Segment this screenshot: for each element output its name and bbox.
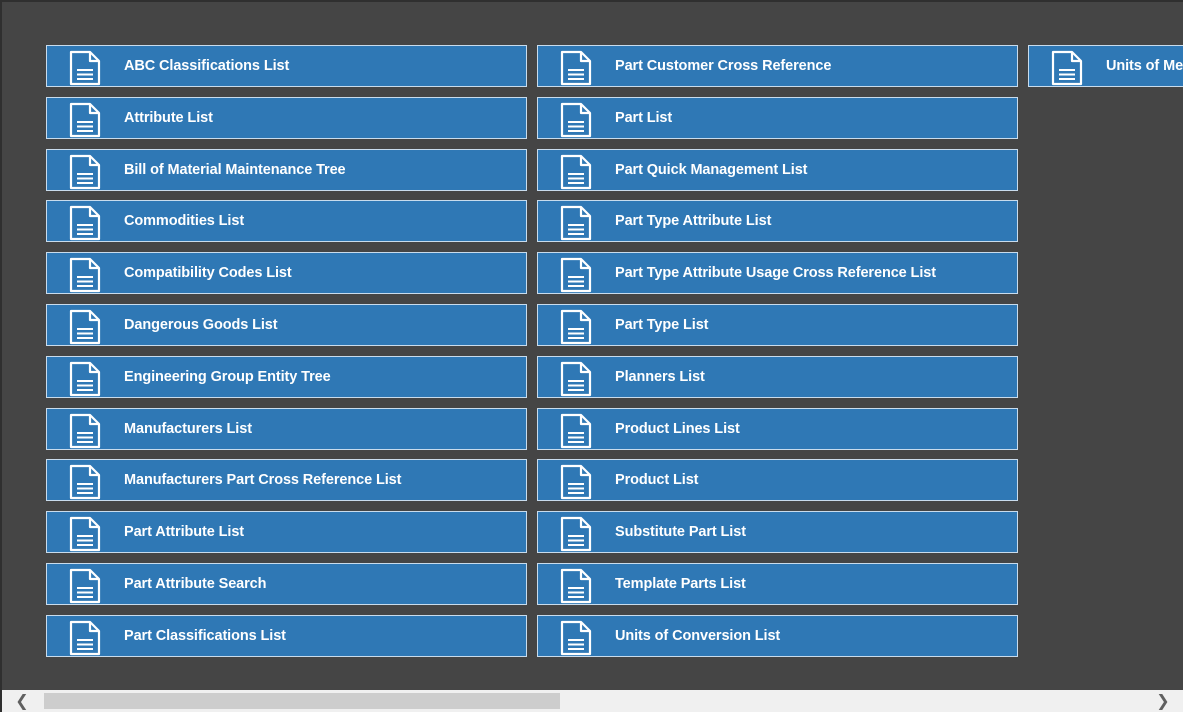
document-icon [68,102,102,138]
tile-manufacturers-list[interactable]: Manufacturers List [46,407,527,450]
document-icon [559,516,593,552]
tile-part-attribute-list[interactable]: Part Attribute List [46,511,527,554]
tile-column-1: ABC Classifications List Attribute List Bi… [46,45,527,667]
tile-label: Commodities List [124,213,245,230]
document-icon [68,257,102,293]
tile-units-of-conversion-list[interactable]: Units of Conversion List [537,614,1018,657]
tile-label: Part List [615,109,673,126]
tile-label: Part Type Attribute List [615,213,772,230]
tile-part-type-attribute-usage-cross-reference-list[interactable]: Part Type Attribute Usage Cross Referenc… [537,252,1018,295]
tile-product-lines-list[interactable]: Product Lines List [537,407,1018,450]
tile-part-customer-cross-reference[interactable]: Part Customer Cross Reference [537,45,1018,87]
chevron-right-icon: ❯ [1156,691,1170,710]
tile-dangerous-goods-list[interactable]: Dangerous Goods List [46,303,527,346]
document-icon [68,361,102,397]
tile-label: Attribute List [124,109,213,126]
document-icon [68,205,102,241]
tile-grid: ABC Classifications List Attribute List Bi… [0,0,1183,690]
document-icon [68,620,102,656]
tile-label: Part Customer Cross Reference [615,58,832,74]
tile-part-quick-management-list[interactable]: Part Quick Management List [537,148,1018,191]
document-icon [68,413,102,449]
document-icon [68,50,102,86]
tile-part-classifications-list[interactable]: Part Classifications List [46,614,527,657]
tile-commodities-list[interactable]: Commodities List [46,200,527,243]
document-icon [68,154,102,190]
tile-template-parts-list[interactable]: Template Parts List [537,562,1018,605]
tile-label: Units of Conversion List [615,627,781,644]
document-icon [559,309,593,345]
tile-label: Part Attribute Search [124,575,267,592]
document-icon [68,309,102,345]
document-icon [559,154,593,190]
scrollbar-thumb[interactable] [44,693,560,709]
tile-part-list[interactable]: Part List [537,96,1018,139]
tile-manufacturers-part-cross-reference-list[interactable]: Manufacturers Part Cross Reference List [46,459,527,502]
tile-label: Compatibility Codes List [124,265,292,282]
tile-part-attribute-search[interactable]: Part Attribute Search [46,562,527,605]
tile-part-type-attribute-list[interactable]: Part Type Attribute List [537,200,1018,243]
tile-label: Part Type Attribute Usage Cross Referenc… [615,265,936,282]
tile-column-2: Part Customer Cross Reference Part List Pa… [537,45,1018,667]
document-icon [559,413,593,449]
tile-label: Dangerous Goods List [124,316,278,333]
tile-label: Bill of Material Maintenance Tree [124,161,346,178]
tile-bill-of-material-maintenance-tree[interactable]: Bill of Material Maintenance Tree [46,148,527,191]
tile-label: Units of Me [1106,58,1183,74]
tile-label: Manufacturers Part Cross Reference List [124,472,402,489]
tile-substitute-part-list[interactable]: Substitute Part List [537,511,1018,554]
document-icon [68,464,102,500]
document-icon [559,361,593,397]
tile-label: Engineering Group Entity Tree [124,368,331,385]
scroll-right-button[interactable]: ❯ [1143,690,1183,712]
horizontal-scrollbar[interactable]: ❮ ❯ [2,690,1183,712]
document-icon [68,568,102,604]
tile-product-list[interactable]: Product List [537,459,1018,502]
tile-attribute-list[interactable]: Attribute List [46,96,527,139]
document-icon [559,102,593,138]
tile-label: Substitute Part List [615,524,746,541]
tile-units-of-me[interactable]: Units of Me [1028,45,1183,87]
tile-label: Product List [615,472,699,489]
document-icon [559,464,593,500]
document-icon [559,257,593,293]
tile-column-3: Units of Me [1028,45,1183,97]
tile-label: Part Quick Management List [615,161,808,178]
tile-label: Part Type List [615,316,709,333]
document-icon [559,50,593,86]
tile-label: ABC Classifications List [124,58,290,74]
tile-label: Product Lines List [615,420,740,437]
tile-part-type-list[interactable]: Part Type List [537,303,1018,346]
document-icon [1050,50,1084,86]
document-icon [559,568,593,604]
tile-label: Part Attribute List [124,524,245,541]
tile-abc-classifications-list[interactable]: ABC Classifications List [46,45,527,87]
tile-label: Part Classifications List [124,627,286,644]
document-icon [559,205,593,241]
tile-compatibility-codes-list[interactable]: Compatibility Codes List [46,252,527,295]
scroll-left-button[interactable]: ❮ [2,690,42,712]
tile-label: Manufacturers List [124,420,252,437]
chevron-left-icon: ❮ [15,691,29,710]
document-icon [559,620,593,656]
tile-engineering-group-entity-tree[interactable]: Engineering Group Entity Tree [46,355,527,398]
document-icon [68,516,102,552]
tile-planners-list[interactable]: Planners List [537,355,1018,398]
tile-label: Planners List [615,368,705,385]
tile-label: Template Parts List [615,575,746,592]
